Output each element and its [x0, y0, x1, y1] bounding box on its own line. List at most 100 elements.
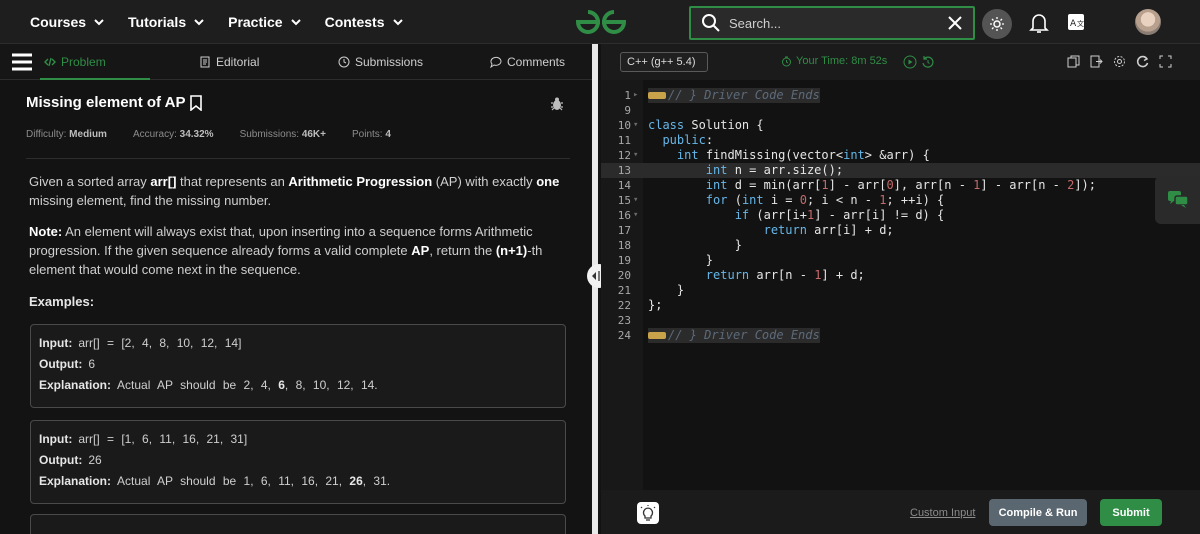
avatar[interactable] [1135, 9, 1161, 35]
divider [26, 158, 570, 159]
meta-points: Points: 4 [352, 129, 391, 140]
code-line: 22}; [617, 298, 663, 312]
tab-problem[interactable]: Problem [40, 44, 150, 80]
examples-heading: Examples: [29, 294, 95, 309]
sun-icon [990, 17, 1004, 31]
play-icon[interactable] [903, 55, 917, 69]
chevron-down-icon [392, 19, 403, 26]
code-line: 21 } [617, 283, 685, 297]
submit-button[interactable]: Submit [1100, 499, 1162, 526]
nav-links: Courses Tutorials Practice Contests [30, 0, 405, 44]
language-select[interactable]: C++ (g++ 5.4) [620, 52, 708, 72]
document-icon [200, 56, 210, 68]
comment-icon [490, 56, 502, 68]
points-value: 4 [385, 129, 391, 140]
code-line: 12 ▾ int findMissing(vector<int> &arr) { [617, 148, 930, 162]
collapsed-code-marker[interactable] [648, 92, 666, 99]
search-box [689, 6, 975, 40]
accuracy-value: 34.32% [179, 129, 214, 140]
meta-difficulty: Difficulty: Medium [26, 129, 107, 140]
nav-practice[interactable]: Practice [228, 14, 302, 30]
nav-contests[interactable]: Contests [325, 14, 405, 30]
code-line: 1 ▸// } Driver Code Ends [624, 88, 820, 103]
nav-contests-label: Contests [324, 14, 385, 30]
editor-panel: C++ (g++ 5.4) Your Time: 8m 52s 1 ▸// } D… [601, 44, 1200, 534]
translate-icon[interactable]: A文 [1067, 13, 1085, 31]
example-box: Input: arr[] = [2, 4, 8, 10, 12, 14] Outp… [30, 324, 566, 408]
code-line: 19 } [617, 253, 714, 267]
problem-tabs: Problem Editorial Submissions Comments [0, 44, 592, 80]
editor-actions [1067, 55, 1172, 68]
example-explanation: Explanation: Actual AP should be 2, 4, 6,… [39, 378, 378, 392]
refresh-icon[interactable] [1136, 55, 1149, 68]
example-input: Input: arr[] = [2, 4, 8, 10, 12, 14] [39, 336, 242, 350]
problem-note: Note: An element will always exist that,… [29, 224, 543, 277]
export-icon[interactable] [1090, 55, 1103, 68]
copy-icon[interactable] [1067, 55, 1080, 68]
clock-icon [338, 56, 350, 68]
problem-title-text: Missing element of AP [26, 94, 186, 111]
bell-icon[interactable] [1029, 12, 1049, 34]
bookmark-icon[interactable] [189, 94, 203, 111]
gfg-logo-icon[interactable] [574, 8, 628, 36]
search-icon [702, 14, 720, 32]
hint-button[interactable] [637, 502, 659, 524]
code-line: 15 ▾ for (int i = 0; i < n - 1; ++i) { [617, 193, 945, 207]
compile-run-button[interactable]: Compile & Run [989, 499, 1087, 526]
nav-practice-label: Practice [228, 14, 283, 30]
lightbulb-icon [640, 505, 656, 521]
bug-icon[interactable] [550, 96, 564, 112]
code-line: 9 [624, 104, 631, 117]
tab-comments[interactable]: Comments [490, 44, 565, 80]
code-line: 16 ▾ if (arr[i+1] - arr[i] != d) { [617, 208, 945, 222]
tab-problem-label: Problem [61, 55, 106, 69]
submissions-value: 46K+ [301, 129, 326, 140]
chat-button[interactable] [1155, 176, 1200, 224]
tab-submissions[interactable]: Submissions [338, 44, 423, 80]
problem-panel: Problem Editorial Submissions Comments M… [0, 44, 592, 534]
custom-input-link[interactable]: Custom Input [910, 507, 975, 519]
timer-text: Your Time: 8m 52s [796, 55, 888, 67]
code-line: 17 return arr[i] + d; [617, 223, 894, 237]
code-line: 11 public: [617, 133, 714, 147]
tab-submissions-label: Submissions [355, 55, 424, 69]
example-output: Output: 26 [39, 453, 102, 467]
chat-icon [1167, 191, 1189, 208]
panel-scrollbar[interactable] [592, 44, 598, 534]
problem-meta: Difficulty: Medium Accuracy: 34.32% Subm… [26, 129, 391, 140]
problem-statement: Given a sorted array arr[] that represen… [29, 174, 560, 208]
theme-toggle-button[interactable] [982, 9, 1012, 39]
example-box-partial [30, 514, 566, 534]
code-icon [44, 57, 56, 67]
code-line: 20 return arr[n - 1] + d; [617, 268, 865, 282]
reset-timer-icon[interactable] [921, 55, 935, 69]
editor-toolbar: C++ (g++ 5.4) Your Time: 8m 52s [601, 44, 1200, 80]
svg-text:文: 文 [1077, 19, 1084, 28]
meta-accuracy: Accuracy: 34.32% [132, 129, 214, 140]
example-input: Input: arr[] = [1, 6, 11, 16, 21, 31] [39, 432, 248, 446]
example-output: Output: 6 [39, 357, 95, 371]
close-icon[interactable] [947, 15, 963, 31]
chevron-down-icon [94, 19, 104, 26]
code-line: 24// } Driver Code Ends [617, 328, 820, 343]
menu-icon[interactable] [11, 52, 33, 72]
nav-courses[interactable]: Courses [30, 14, 106, 30]
nav-tutorials-label: Tutorials [128, 14, 187, 30]
nav-courses-label: Courses [30, 14, 87, 30]
svg-text:A: A [1070, 19, 1077, 29]
fullscreen-icon[interactable] [1159, 55, 1172, 68]
tab-editorial[interactable]: Editorial [199, 44, 259, 80]
chevron-down-icon [290, 19, 301, 26]
collapsed-code-marker[interactable] [648, 332, 666, 339]
search-input[interactable] [721, 15, 947, 31]
top-nav: Courses Tutorials Practice Contests A文 [0, 0, 1200, 44]
timer-icon [782, 56, 791, 66]
nav-tutorials[interactable]: Tutorials [128, 14, 206, 30]
tab-editorial-label: Editorial [216, 55, 260, 69]
meta-submissions: Submissions: 46K+ [239, 129, 326, 140]
gear-icon[interactable] [1113, 55, 1126, 68]
code-editor[interactable]: 1 ▸// } Driver Code Ends 9 10 ▾ class Solut… [601, 80, 1200, 490]
editor-footer: Custom Input Compile & Run Submit [601, 490, 1200, 534]
code-line: 10 ▾ class Solution { [617, 118, 764, 132]
code-line: 14 int d = min(arr[1] - arr[0], arr[n - … [617, 178, 1097, 192]
